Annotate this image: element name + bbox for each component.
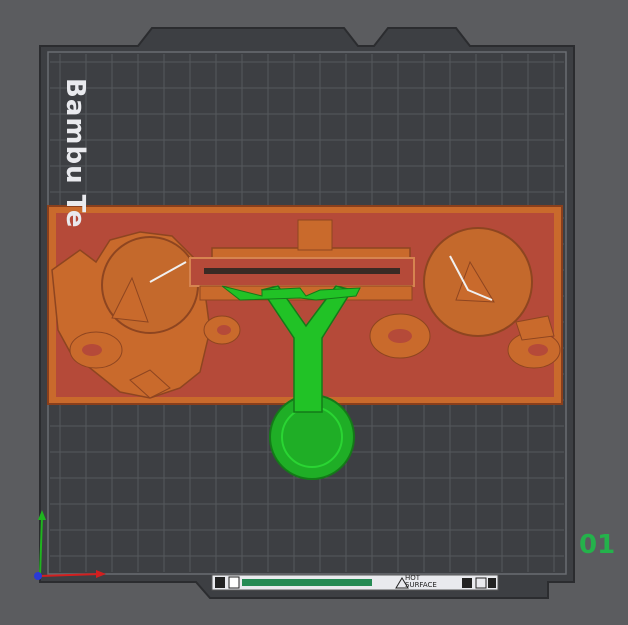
hot-surface-line2: SURFACE xyxy=(405,581,437,589)
bed-brand-text: Bambu Te xyxy=(60,78,90,229)
3d-viewport[interactable]: Bambu Te 01 HOT SURFACE xyxy=(0,0,628,625)
build-plate-scene xyxy=(34,27,575,599)
label-strip-icon xyxy=(211,574,499,591)
hot-surface-label: HOT SURFACE xyxy=(405,575,437,589)
plate-number: 01 xyxy=(579,530,616,560)
